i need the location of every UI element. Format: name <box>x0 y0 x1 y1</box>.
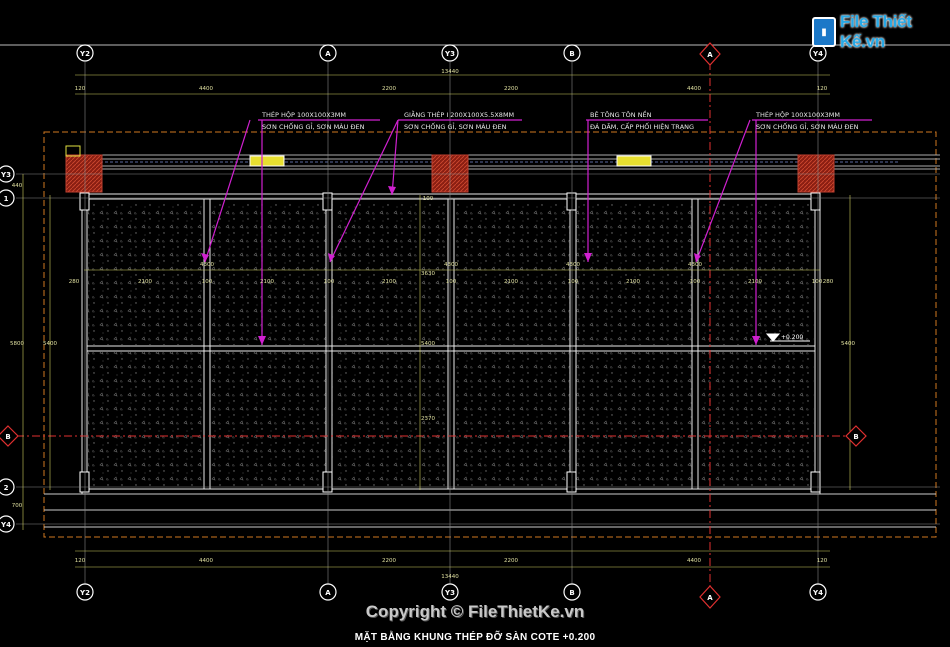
level-mark-text: +0.200 <box>781 334 803 341</box>
dim-row-8: 2100 <box>504 279 518 285</box>
grid-bottom-label-4: B <box>569 589 574 597</box>
overall-dim-top: 13440 <box>441 69 459 75</box>
grid-left-label-1: Y3 <box>0 171 11 179</box>
dim-left-4: 700 <box>12 503 23 509</box>
dim-row-2: 2100 <box>138 279 152 285</box>
dim-row-14: 280 <box>823 279 834 285</box>
copyright-watermark: Copyright © FileThietKe.vn <box>365 602 585 621</box>
grid-top-label-2: A <box>325 50 331 58</box>
grid-bottom-label-2: A <box>325 589 331 597</box>
dim-vertical-3: 4300 <box>566 262 580 268</box>
dim-top-2: 4400 <box>199 86 213 92</box>
dim-bottom-1: 120 <box>75 558 86 564</box>
dim-left-1: 440 <box>12 183 23 189</box>
annotation-1-line2: SƠN CHỐNG GỈ, SƠN MÀU ĐEN <box>262 121 365 131</box>
dim-bottom-2: 4400 <box>199 558 213 564</box>
annotation-3-line2: ĐÁ DĂM, CẤP PHỐI HIỆN TRẠNG <box>590 121 694 131</box>
bottom-beam <box>44 493 936 528</box>
dim-row-1: 280 <box>69 279 80 285</box>
slab-panels <box>88 201 814 486</box>
dim-row-12: 2100 <box>748 279 762 285</box>
grid-left-label-4: 2 <box>4 484 9 492</box>
annotation-3-line1: BÊ TÔNG TÔN NỀN <box>590 109 652 119</box>
dim-top-6: 120 <box>817 86 828 92</box>
dim-right-1: 5400 <box>841 341 855 347</box>
dim-row-7: 100 <box>446 279 457 285</box>
dim-center-2: 3630 <box>421 271 435 277</box>
annotation-1-line1: THÉP HỘP 100X100X3MM <box>261 110 346 119</box>
grid-top-label-4: B <box>569 50 574 58</box>
watermark-logo: ▮ File Thiết Kế.vn <box>812 12 950 52</box>
dim-row-11: 100 <box>690 279 701 285</box>
annotation-2-line2: SƠN CHỐNG GỈ, SƠN MÀU ĐEN <box>404 121 507 131</box>
dim-center-4: 100 <box>423 196 434 202</box>
grid-top-label-5: A <box>707 51 713 59</box>
dim-row-10: 2100 <box>626 279 640 285</box>
dim-row-5: 100 <box>324 279 335 285</box>
dim-top-3: 2200 <box>382 86 396 92</box>
dim-left-3: 5800 <box>10 341 24 347</box>
logo-text: File Thiết Kế.vn <box>840 12 912 51</box>
sheet-title: MẶT BẰNG KHUNG THÉP ĐỠ SÀN COTE +0.200 <box>354 632 596 643</box>
dim-bottom-6: 120 <box>817 558 828 564</box>
dim-vertical-4: 4300 <box>688 262 702 268</box>
grid-left-label-2: 1 <box>4 195 9 203</box>
dim-bottom-5: 4400 <box>687 558 701 564</box>
grid-bottom-label-6: Y4 <box>812 589 823 597</box>
dim-row-13: 100 <box>812 279 823 285</box>
dim-top-5: 4400 <box>687 86 701 92</box>
dim-vertical-1: 4300 <box>200 262 214 268</box>
dim-top-1: 120 <box>75 86 86 92</box>
dim-bottom-4: 2200 <box>504 558 518 564</box>
grid-bottom-label-5: A <box>707 594 713 602</box>
dim-row-3: 100 <box>202 279 213 285</box>
grid-bottom-label-3: Y3 <box>444 589 455 597</box>
dim-row-4: 2100 <box>260 279 274 285</box>
grid-right-label-1: B <box>853 433 858 441</box>
dim-row-9: 100 <box>568 279 579 285</box>
dim-center-1: 5400 <box>421 341 435 347</box>
dim-center-3: 2370 <box>421 416 435 422</box>
grid-top-label-3: Y3 <box>444 50 455 58</box>
annotation-2-line1: GIẰNG THÉP I 200X100X5.5X8MM <box>404 109 514 119</box>
dim-row-6: 2100 <box>382 279 396 285</box>
grid-left-label-5: Y4 <box>0 521 11 529</box>
dim-top-4: 2200 <box>504 86 518 92</box>
logo-icon: ▮ <box>812 17 837 47</box>
grid-left-label-3: B <box>5 433 10 441</box>
dim-vertical-2: 4300 <box>444 262 458 268</box>
dim-left-2: 5400 <box>43 341 57 347</box>
dim-bottom-3: 2200 <box>382 558 396 564</box>
grid-top-label-1: Y2 <box>79 50 90 58</box>
overall-dim-bottom: 13440 <box>441 574 459 580</box>
annotation-4-line1: THÉP HỘP 100X100X3MM <box>755 110 840 119</box>
grid-bottom-label-1: Y2 <box>79 589 90 597</box>
cad-drawing: +0.200 Y2 A Y3 B A Y4 Y2 A Y3 B A Y4 Y3 … <box>0 42 950 609</box>
annotation-4-line2: SƠN CHỐNG GỈ, SƠN MÀU ĐEN <box>756 121 859 131</box>
